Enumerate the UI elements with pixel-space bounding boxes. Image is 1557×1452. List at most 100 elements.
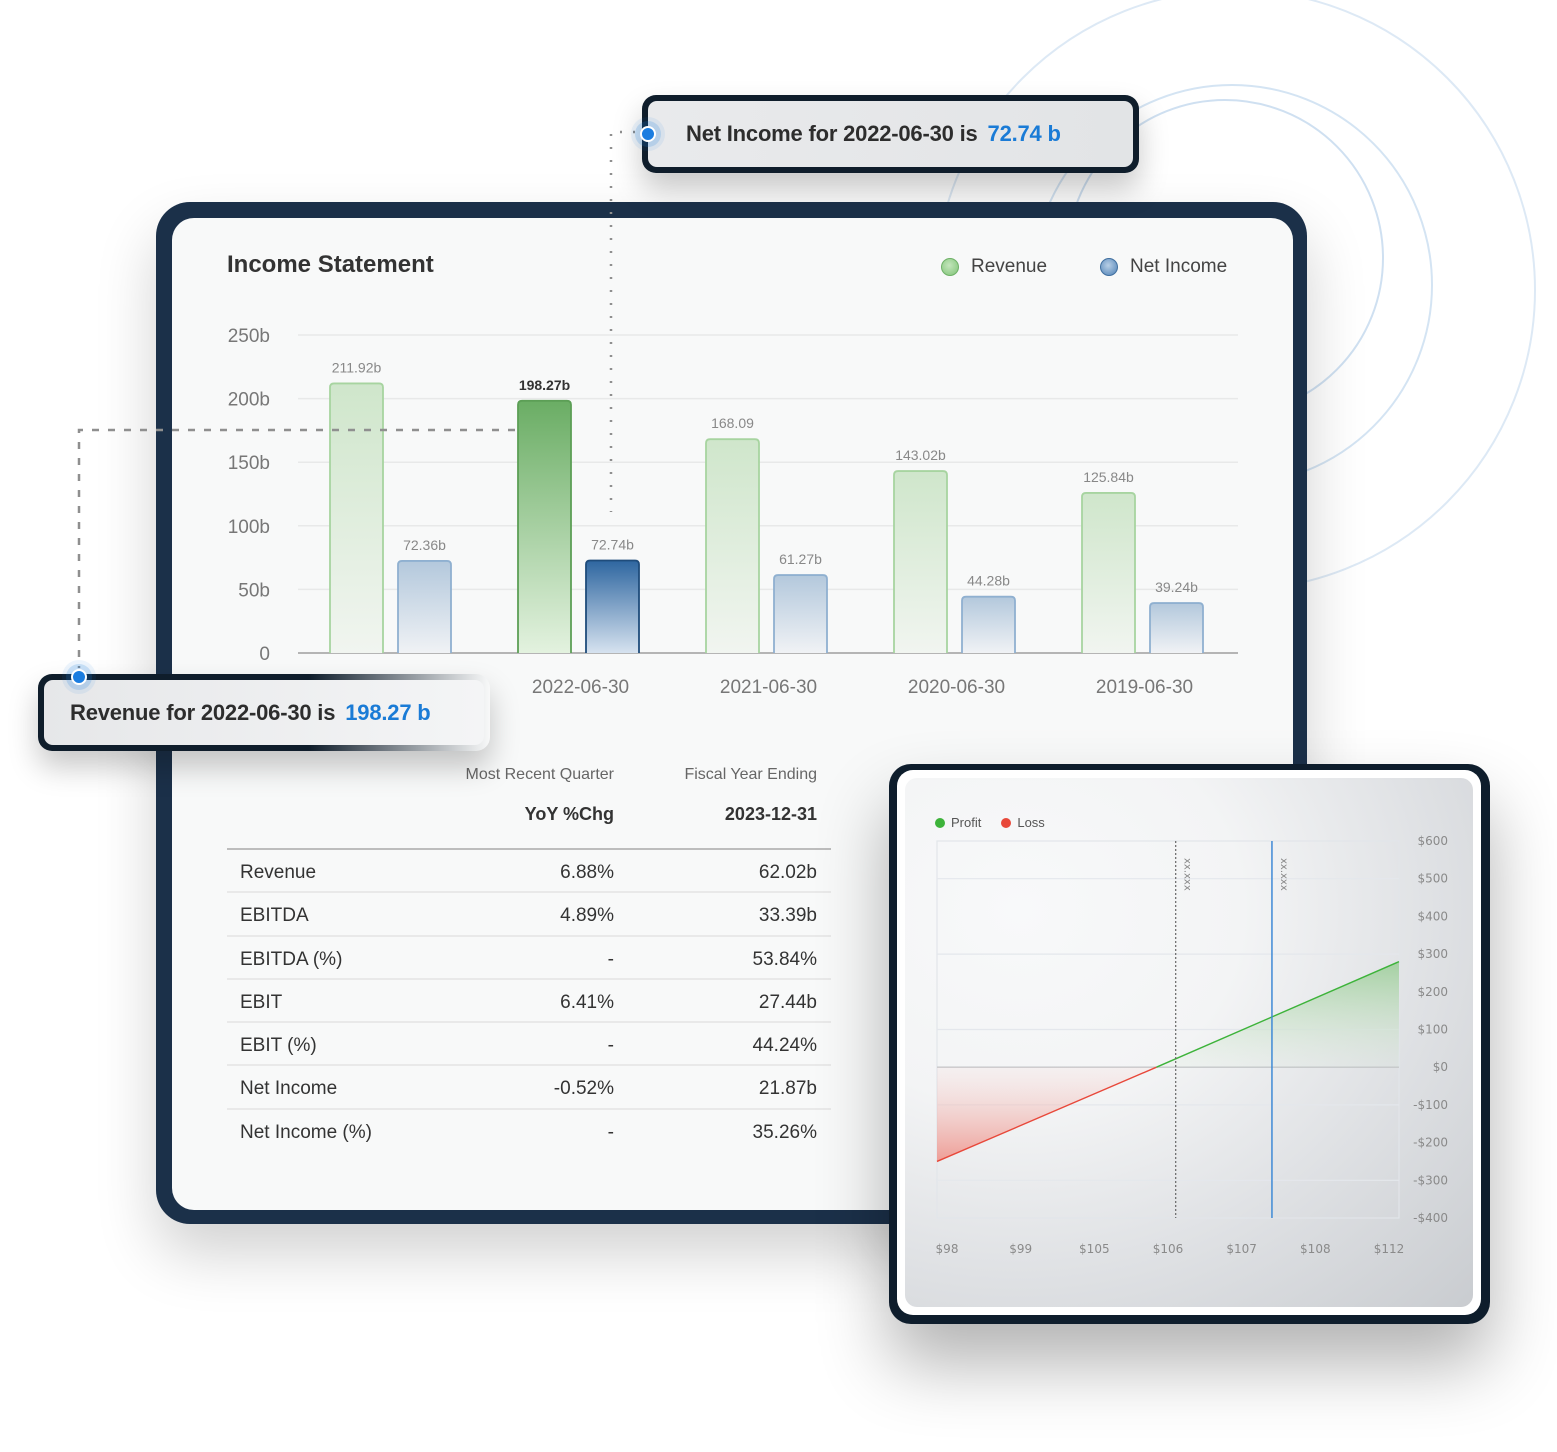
x-tick-label: $99	[1009, 1242, 1032, 1256]
bar-revenue	[893, 470, 948, 653]
y-tick-label: $0	[1433, 1060, 1448, 1074]
row-yoy-value: -	[607, 948, 614, 970]
row-fy-value: 53.84%	[752, 948, 817, 970]
marker-label: xx.xxx	[1278, 858, 1289, 891]
bar-revenue	[1081, 492, 1136, 653]
row-label: Net Income	[240, 1078, 338, 1100]
x-tick-label: 2019-06-30	[1096, 677, 1193, 698]
row-fy-value: 35.26%	[752, 1121, 817, 1143]
header-most-recent-quarter: Most Recent Quarter	[465, 766, 615, 783]
bar-value-label: 72.74b	[591, 536, 634, 552]
bar-net-income	[961, 595, 1016, 653]
row-yoy-value: -	[607, 1121, 614, 1143]
bar-value-label: 61.27b	[779, 551, 822, 567]
header-yoy-chg: YoY %Chg	[524, 804, 614, 824]
bar-value-label: 125.84b	[1083, 469, 1134, 485]
table-row: Revenue 6.88% 62.02b	[227, 850, 831, 894]
x-tick-label: $107	[1226, 1242, 1257, 1256]
y-tick-label: $200	[1417, 985, 1448, 999]
bar-value-label: 168.09	[711, 415, 754, 431]
row-yoy-value: -0.52%	[553, 1078, 614, 1100]
profit-loss-card-border: Profit Loss xx.xxx xx.xxx $600 $500 $400 $	[897, 770, 1481, 1315]
y-tick-label: $400	[1417, 909, 1448, 923]
bar-net-income	[773, 574, 828, 653]
net-income-pin-icon	[640, 126, 656, 142]
y-tick-label: 150b	[228, 453, 270, 474]
y-tick-label: -$200	[1413, 1136, 1448, 1150]
x-tick-label: 2020-06-30	[908, 677, 1005, 698]
bar-value-label: 39.24b	[1155, 579, 1198, 595]
profit-loss-card: Profit Loss xx.xxx xx.xxx $600 $500 $400 $	[889, 764, 1490, 1324]
net-income-callout-body: Net Income for 2022-06-30 is 72.74 b	[648, 101, 1133, 167]
y-tick-label: 200b	[228, 390, 270, 411]
y-tick-label: 0	[259, 644, 270, 665]
revenue-callout-body: Revenue for 2022-06-30 is 198.27 b	[44, 680, 484, 745]
net-income-callout-text: Net Income for 2022-06-30 is	[686, 121, 978, 146]
table-header-top: Most Recent Quarter Fiscal Year Ending	[227, 766, 831, 804]
bar-net-income	[1149, 602, 1204, 653]
row-yoy-value: 6.88%	[560, 862, 614, 883]
marker-label: xx.xxx	[1182, 858, 1193, 891]
x-tick-label: $105	[1079, 1242, 1110, 1256]
table-row: EBIT 6.41% 27.44b	[227, 980, 831, 1024]
y-tick-label: $600	[1417, 834, 1448, 848]
y-tick-label: 100b	[228, 517, 270, 538]
income-bar-chart: 0 50b 100b 150b 200b 250b 211.92b 72.36b 198.27…	[228, 326, 1238, 698]
bar-net-income	[585, 559, 640, 653]
revenue-pin-icon	[71, 669, 87, 685]
bar-value-label: 72.36b	[403, 537, 446, 553]
header-fiscal-year-ending: Fiscal Year Ending	[684, 766, 817, 783]
x-tick-label: $106	[1153, 1242, 1184, 1256]
x-tick-label: $98	[936, 1242, 959, 1256]
table-body: Revenue 6.88% 62.02b EBITDA 4.89% 33.39b EBITD…	[227, 850, 831, 1153]
table-row: Net Income -0.52% 21.87b	[227, 1066, 831, 1110]
x-tick-label: $108	[1300, 1242, 1331, 1256]
y-tick-label: $100	[1417, 1023, 1448, 1037]
y-tick-label: 250b	[228, 326, 270, 347]
row-yoy-value: 6.41%	[560, 991, 614, 1013]
bar-net-income	[397, 560, 452, 653]
table-row: EBITDA (%) - 53.84%	[227, 937, 831, 980]
row-fy-value: 27.44b	[758, 991, 817, 1013]
row-label: EBITDA	[240, 905, 309, 927]
row-label: EBIT	[240, 991, 283, 1013]
bar-value-label: 198.27b	[519, 377, 570, 393]
x-tick-label: 2022-06-30	[532, 677, 629, 698]
revenue-callout: Revenue for 2022-06-30 is 198.27 b	[38, 674, 490, 751]
y-tick-label: -$400	[1413, 1211, 1448, 1225]
y-tick-label: $500	[1417, 872, 1448, 886]
revenue-callout-text: Revenue for 2022-06-30 is	[70, 699, 336, 725]
y-tick-label: -$300	[1413, 1173, 1448, 1187]
row-fy-value: 62.02b	[758, 862, 817, 883]
row-label: EBITDA (%)	[240, 948, 343, 970]
row-label: EBIT (%)	[240, 1035, 317, 1057]
table-row: EBIT (%) - 44.24%	[227, 1023, 831, 1067]
row-fy-value: 44.24%	[752, 1035, 817, 1057]
header-fy-date: 2023-12-31	[724, 804, 817, 824]
x-tick-label: 2021-06-30	[720, 677, 817, 698]
row-fy-value: 33.39b	[758, 905, 817, 927]
bar-value-label: 44.28b	[967, 573, 1010, 589]
financials-table: Most Recent Quarter Fiscal Year Ending Y…	[227, 766, 831, 1153]
bar-value-label: 143.02b	[895, 447, 946, 463]
row-yoy-value: -	[607, 1035, 614, 1057]
y-tick-label: 50b	[238, 580, 270, 601]
bar-revenue	[517, 399, 572, 653]
y-tick-label: -$100	[1413, 1098, 1448, 1112]
table-header-bottom: YoY %Chg 2023-12-31	[227, 804, 831, 840]
bar-value-label: 211.92b	[332, 359, 382, 375]
net-income-callout-value: 72.74 b	[987, 121, 1061, 146]
bar-revenue	[705, 438, 760, 653]
y-tick-label: $300	[1417, 947, 1448, 961]
profit-loss-panel: Profit Loss xx.xxx xx.xxx $600 $500 $400 $	[905, 778, 1473, 1307]
revenue-callout-value: 198.27 b	[345, 699, 431, 725]
row-label: Net Income (%)	[240, 1121, 372, 1143]
net-income-callout: Net Income for 2022-06-30 is 72.74 b	[642, 95, 1139, 173]
bar-revenue	[329, 382, 384, 653]
row-yoy-value: 4.89%	[560, 905, 614, 927]
row-fy-value: 21.87b	[758, 1078, 817, 1100]
row-label: Revenue	[240, 862, 317, 883]
table-row: EBITDA 4.89% 33.39b	[227, 893, 831, 937]
table-row: Net Income (%) - 35.26%	[227, 1110, 831, 1153]
x-tick-label: $112	[1374, 1242, 1405, 1256]
